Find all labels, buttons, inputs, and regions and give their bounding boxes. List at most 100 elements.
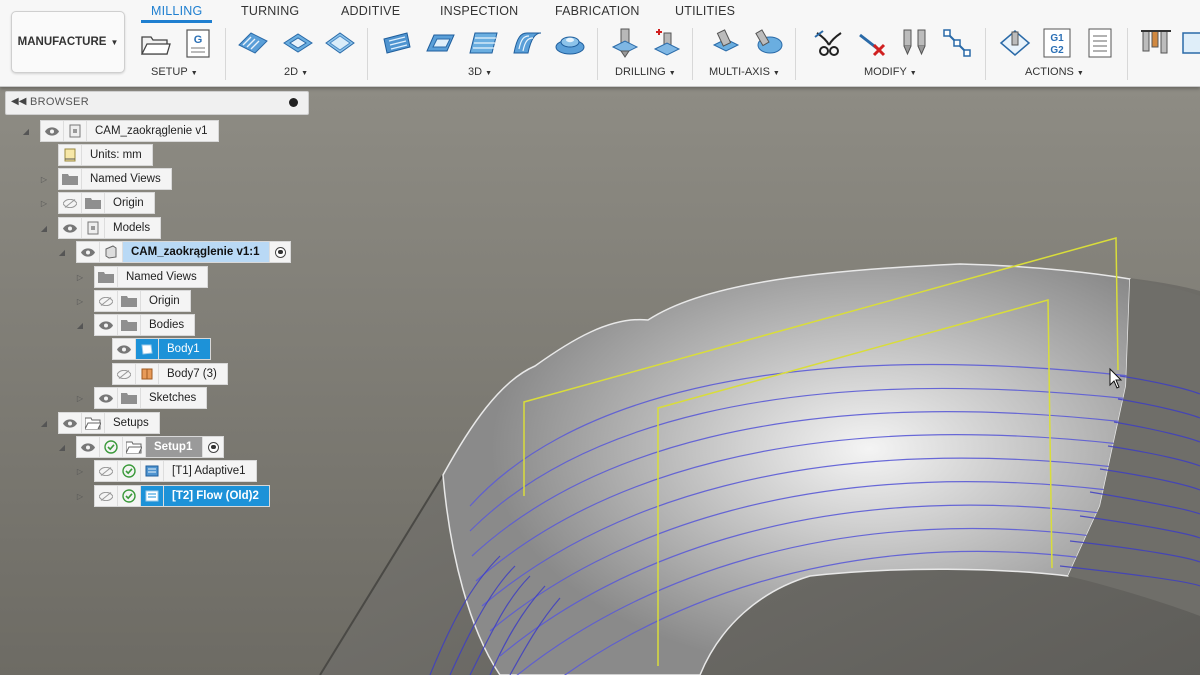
multi-axis-contour-icon[interactable] — [752, 26, 786, 60]
multi-axis-group-label[interactable]: MULTI-AXIS ▼ — [709, 66, 780, 78]
collapsed-arrow-icon[interactable]: ▷ — [74, 485, 86, 507]
setup-group-label[interactable]: SETUP ▼ — [151, 66, 198, 78]
visibility-hidden-icon[interactable] — [59, 193, 82, 213]
expand-arrow-icon[interactable]: ◢ — [38, 412, 50, 434]
tree-label: Body7 (3) — [167, 368, 217, 380]
visibility-eye-icon[interactable] — [113, 339, 136, 359]
setup-folder-icon[interactable] — [138, 26, 172, 60]
tree-label: Sketches — [149, 392, 197, 404]
2d-group-label[interactable]: 2D ▼ — [284, 66, 308, 78]
tab-inspection[interactable]: INSPECTION — [440, 4, 518, 18]
tree-label: CAM_zaokrąglenie v1:1 — [123, 242, 270, 262]
divider — [985, 28, 986, 80]
collapsed-arrow-icon[interactable]: ▷ — [74, 266, 86, 288]
document-icon — [64, 121, 87, 141]
tree-label: CAM_zaokrąglenie v1 — [95, 125, 208, 137]
visibility-eye-icon[interactable] — [41, 121, 64, 141]
collapsed-arrow-icon[interactable]: ▷ — [38, 168, 50, 190]
workspace-label: MANUFACTURE — [17, 36, 107, 48]
check-valid-icon — [118, 486, 141, 506]
visibility-eye-icon[interactable] — [77, 242, 100, 262]
tree-label: Units: mm — [90, 149, 142, 161]
tree-label: Origin — [113, 197, 144, 209]
machine-icon[interactable] — [1178, 26, 1200, 60]
ribbon-toolbar: MANUFACTURE ▼ MILLING TURNING ADDITIVE I… — [0, 0, 1200, 87]
tree-label: Origin — [149, 295, 180, 307]
2d-pocket-icon[interactable] — [281, 26, 315, 60]
models-icon — [82, 218, 105, 238]
simulate-icon[interactable] — [998, 26, 1032, 60]
actions-group-label[interactable]: ACTIONS ▼ — [1025, 66, 1084, 78]
hole-recognition-icon[interactable] — [650, 26, 684, 60]
nc-program-icon[interactable]: G — [180, 26, 214, 60]
3d-pocket-icon[interactable] — [423, 26, 457, 60]
activate-radio-icon[interactable] — [202, 437, 223, 457]
move-points-icon[interactable] — [940, 26, 974, 60]
visibility-hidden-icon[interactable] — [113, 364, 136, 384]
trim-scissors-icon[interactable] — [812, 26, 846, 60]
svg-text:G2: G2 — [1050, 45, 1064, 56]
expand-arrow-icon[interactable]: ◢ — [74, 314, 86, 336]
tree-label: Models — [113, 222, 151, 234]
visibility-hidden-icon[interactable] — [95, 486, 118, 506]
adaptive-op-icon — [141, 461, 164, 481]
expand-arrow-icon[interactable]: ◢ — [20, 120, 32, 142]
visibility-eye-icon[interactable] — [59, 413, 82, 433]
post-process-icon[interactable]: G1 G2 — [1040, 26, 1074, 60]
expand-arrow-icon[interactable]: ◢ — [38, 217, 50, 239]
folder-icon — [95, 267, 118, 287]
radial-icon[interactable] — [553, 26, 587, 60]
tree-label: [T1] Adaptive1 — [172, 465, 246, 477]
setup-sheet-icon[interactable] — [1083, 26, 1117, 60]
tool-library-icon[interactable] — [1139, 26, 1173, 60]
check-valid-icon — [118, 461, 141, 481]
contour-icon[interactable] — [510, 26, 544, 60]
folder-icon — [59, 169, 82, 189]
tree-label: Setup1 — [146, 437, 203, 457]
tab-milling[interactable]: MILLING — [140, 4, 213, 23]
tab-fabrication[interactable]: FABRICATION — [555, 4, 640, 18]
browser-pin-icon[interactable] — [289, 98, 298, 107]
tab-utilities[interactable]: UTILITIES — [675, 4, 735, 18]
workspace-switcher[interactable]: MANUFACTURE ▼ — [11, 11, 125, 73]
face-icon[interactable] — [323, 26, 357, 60]
drilling-group-label[interactable]: DRILLING ▼ — [615, 66, 676, 78]
svg-text:G1: G1 — [1050, 33, 1064, 44]
collapsed-arrow-icon[interactable]: ▷ — [38, 192, 50, 214]
expand-arrow-icon[interactable]: ◢ — [56, 436, 68, 458]
collapsed-arrow-icon[interactable]: ▷ — [74, 460, 86, 482]
3d-group-label[interactable]: 3D ▼ — [468, 66, 492, 78]
tree-label: [T2] Flow (Old)2 — [164, 486, 269, 506]
modify-group-label[interactable]: MODIFY ▼ — [864, 66, 917, 78]
visibility-hidden-icon[interactable] — [95, 291, 118, 311]
tool-compare-icon[interactable] — [898, 26, 932, 60]
collapse-browser-icon[interactable]: ◀◀ — [11, 96, 26, 107]
collapsed-arrow-icon[interactable]: ▷ — [74, 387, 86, 409]
tab-additive[interactable]: ADDITIVE — [341, 4, 400, 18]
flow-op-icon — [141, 486, 164, 506]
setups-folder-icon — [82, 413, 105, 433]
expand-arrow-icon[interactable]: ◢ — [56, 241, 68, 263]
swarf-icon[interactable] — [709, 26, 743, 60]
visibility-eye-icon[interactable] — [77, 437, 100, 457]
visibility-eye-icon[interactable] — [59, 218, 82, 238]
tree-label: Named Views — [126, 271, 197, 283]
body-icon — [136, 339, 159, 359]
3d-adaptive-icon[interactable] — [380, 26, 414, 60]
browser-title: BROWSER — [30, 96, 89, 108]
2d-adaptive-icon[interactable] — [236, 26, 270, 60]
tab-turning[interactable]: TURNING — [241, 4, 299, 18]
visibility-hidden-icon[interactable] — [95, 461, 118, 481]
parallel-icon[interactable] — [466, 26, 500, 60]
visibility-eye-icon[interactable] — [95, 388, 118, 408]
folder-icon — [82, 193, 105, 213]
delete-toolpath-icon[interactable] — [855, 26, 889, 60]
drill-icon[interactable] — [608, 26, 642, 60]
activate-radio-icon[interactable] — [269, 242, 290, 262]
tree-label: Named Views — [90, 173, 161, 185]
divider — [597, 28, 598, 80]
visibility-eye-icon[interactable] — [95, 315, 118, 335]
collapsed-arrow-icon[interactable]: ▷ — [74, 290, 86, 312]
tree-label: Setups — [113, 417, 149, 429]
units-icon — [59, 145, 82, 165]
